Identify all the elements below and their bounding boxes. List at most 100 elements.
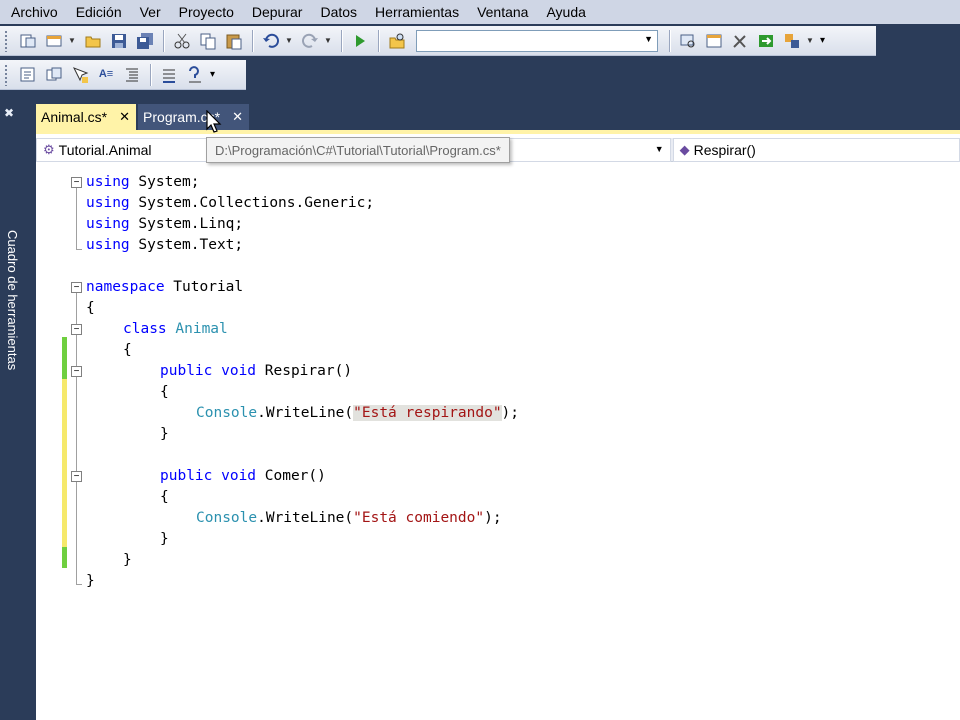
member-dropdown[interactable]: ◆ Respirar()	[672, 138, 960, 162]
code-line: }	[86, 571, 95, 592]
code-text: );	[501, 405, 520, 421]
menu-ver[interactable]: Ver	[131, 0, 170, 24]
object-member-list-icon[interactable]	[16, 64, 40, 86]
code-line: {	[160, 382, 169, 403]
code-line: using System;	[86, 172, 200, 193]
add-item-dropdown-icon[interactable]: ▼	[67, 36, 77, 45]
menu-edicion[interactable]: Edición	[67, 0, 131, 24]
copy-icon[interactable]	[196, 30, 220, 52]
collapse-icon[interactable]: −	[71, 471, 82, 482]
start-page-dropdown-icon[interactable]: ▼	[805, 36, 815, 45]
menu-archivo[interactable]: Archivo	[2, 0, 67, 24]
menu-ayuda[interactable]: Ayuda	[537, 0, 594, 24]
quick-info-icon[interactable]	[68, 64, 92, 86]
standard-toolbar: ▼ ▼ ▼ ▼ ▼ ▾	[0, 26, 876, 56]
open-file-icon[interactable]	[81, 30, 105, 52]
solution-configuration-combo[interactable]: ▼	[416, 29, 658, 52]
chevron-down-icon[interactable]: ▼	[655, 144, 664, 154]
keyword: public void	[160, 363, 257, 379]
object-browser-icon[interactable]	[754, 30, 778, 52]
properties-icon[interactable]	[702, 30, 726, 52]
code-text: }	[86, 573, 95, 589]
keyword: using	[86, 174, 130, 190]
collapse-icon[interactable]: −	[71, 366, 82, 377]
code-line: {	[123, 340, 132, 361]
menu-ventana[interactable]: Ventana	[468, 0, 537, 24]
outline-line	[76, 249, 82, 250]
undo-dropdown-icon[interactable]: ▼	[284, 36, 294, 45]
combo-arrow-icon[interactable]: ▼	[644, 34, 653, 44]
text-editor-toolbar: A≡ ▾	[0, 60, 246, 90]
keyword: using	[86, 195, 130, 211]
comment-lines-icon[interactable]	[157, 64, 181, 86]
code-text: .WriteLine(	[257, 405, 354, 421]
close-icon[interactable]: ✕	[232, 109, 243, 125]
paste-icon[interactable]	[222, 30, 246, 52]
change-bar	[62, 547, 67, 568]
code-text: .WriteLine(	[257, 510, 354, 526]
code-text: {	[123, 342, 132, 358]
solution-explorer-icon[interactable]	[676, 30, 700, 52]
toolbox-icon[interactable]	[728, 30, 752, 52]
toolbar-separator	[669, 29, 670, 52]
cut-icon[interactable]	[170, 30, 194, 52]
start-page-icon[interactable]	[780, 30, 804, 52]
save-all-icon[interactable]	[133, 30, 157, 52]
format-list-icon[interactable]	[120, 64, 144, 86]
code-line: namespace Tutorial	[86, 277, 243, 298]
code-text: {	[86, 300, 95, 316]
toolbar-grip[interactable]	[4, 29, 9, 52]
new-project-icon[interactable]	[16, 30, 40, 52]
add-item-icon[interactable]	[42, 30, 66, 52]
code-line: public void Comer()	[160, 466, 326, 487]
outline-line	[76, 188, 77, 249]
find-in-files-icon[interactable]	[385, 30, 409, 52]
uncomment-lines-icon[interactable]	[183, 64, 207, 86]
type-value: Tutorial.Animal	[58, 142, 152, 158]
toolbar-separator	[378, 29, 379, 52]
code-text: }	[160, 426, 169, 442]
save-icon[interactable]	[107, 30, 131, 52]
collapse-icon[interactable]: −	[71, 177, 82, 188]
redo-icon[interactable]	[298, 30, 322, 52]
collapse-icon[interactable]: −	[71, 324, 82, 335]
menu-depurar[interactable]: Depurar	[243, 0, 312, 24]
change-bar	[62, 337, 67, 379]
code-line: Console.WriteLine("Está respirando");	[196, 403, 519, 424]
code-line: }	[160, 529, 169, 550]
redo-dropdown-icon[interactable]: ▼	[323, 36, 333, 45]
tab-animal[interactable]: Animal.cs* ✕	[36, 104, 137, 130]
menu-herramientas[interactable]: Herramientas	[366, 0, 468, 24]
method-icon: ◆	[679, 142, 690, 157]
pin-icon[interactable]: ✖	[4, 106, 14, 120]
code-text: Respirar()	[256, 363, 353, 379]
code-text: Comer()	[256, 468, 326, 484]
code-text: Tutorial	[164, 279, 244, 295]
member-value: Respirar()	[693, 142, 756, 158]
menu-bar: Archivo Edición Ver Proyecto Depurar Dat…	[0, 0, 960, 24]
toolbar-overflow-icon[interactable]: ▾	[820, 35, 825, 46]
string-literal: "Está comiendo"	[353, 510, 485, 526]
code-area[interactable]: − − − − − using System; using System.Col…	[36, 172, 960, 720]
code-text: );	[484, 510, 502, 526]
toolbar-separator	[163, 29, 164, 52]
mouse-cursor-icon	[206, 110, 222, 133]
tab-path-tooltip: D:\Programación\C#\Tutorial\Tutorial\Pro…	[206, 137, 510, 163]
collapse-icon[interactable]: −	[71, 282, 82, 293]
close-icon[interactable]: ✕	[119, 109, 130, 125]
toolbar-overflow-icon[interactable]: ▾	[210, 69, 215, 80]
code-line: }	[160, 424, 169, 445]
code-line: {	[86, 298, 95, 319]
start-debug-icon[interactable]	[348, 30, 372, 52]
menu-datos[interactable]: Datos	[311, 0, 366, 24]
parameter-info-icon[interactable]	[42, 64, 66, 86]
toolbox-tab[interactable]: Cuadro de herramientas	[4, 230, 20, 370]
code-line: public void Respirar()	[160, 361, 352, 382]
undo-icon[interactable]	[259, 30, 283, 52]
code-line: using System.Collections.Generic;	[86, 193, 374, 214]
tab-program[interactable]: Program.cs* ✕	[138, 104, 249, 130]
menu-proyecto[interactable]: Proyecto	[170, 0, 243, 24]
complete-word-icon[interactable]: A≡	[94, 64, 118, 86]
toolbar-grip[interactable]	[4, 63, 9, 86]
type-name: Console	[196, 405, 258, 421]
